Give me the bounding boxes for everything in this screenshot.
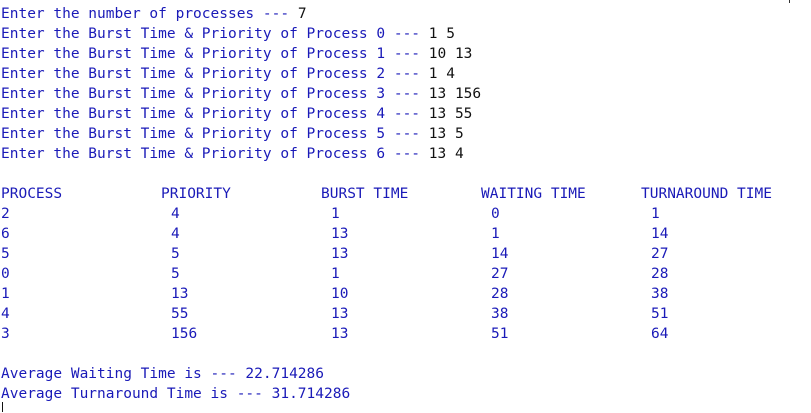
input-line: Enter the Burst Time & Priority of Proce…	[1, 44, 811, 64]
table-cell: 0	[491, 206, 500, 222]
input-line: Enter the Burst Time & Priority of Proce…	[1, 24, 811, 44]
average-waiting-time: Average Waiting Time is --- 22.714286	[1, 366, 325, 382]
table-cell: 4	[171, 226, 180, 242]
table-cell: 1	[491, 226, 500, 242]
input-line: Enter the number of processes --- 7	[1, 4, 811, 24]
table-cell: 51	[651, 306, 669, 322]
table-row: 3 156 13 51 64	[1, 324, 811, 344]
table-row: 5 5 13 14 27	[1, 244, 811, 264]
table-row: 0 5 1 27 28	[1, 264, 811, 284]
table-cell: 55	[171, 306, 189, 322]
column-header: WAITING TIME	[481, 186, 586, 202]
scroll-indicator	[789, 0, 790, 3]
table-cell: 13	[171, 286, 189, 302]
table-cell: 1	[331, 206, 340, 222]
table-cell: 14	[491, 246, 509, 262]
prompt-text: Enter the number of processes ---	[1, 6, 298, 22]
prompt-text: Enter the Burst Time & Priority of Proce…	[1, 146, 429, 162]
table-cell: 13	[331, 246, 349, 262]
prompt-text: Enter the Burst Time & Priority of Proce…	[1, 26, 429, 42]
table-cell: 51	[491, 326, 509, 342]
input-line: Enter the Burst Time & Priority of Proce…	[1, 104, 811, 124]
input-line: Enter the Burst Time & Priority of Proce…	[1, 84, 811, 104]
table-row: 1 13 10 28 38	[1, 284, 811, 304]
table-cell: 5	[171, 266, 180, 282]
table-row: 2 4 1 0 1	[1, 204, 811, 224]
user-input-value: 13 156	[428, 86, 482, 102]
prompt-text: Enter the Burst Time & Priority of Proce…	[1, 106, 429, 122]
column-header: PROCESS	[1, 186, 63, 202]
table-cell: 27	[651, 246, 669, 262]
table-cell: 14	[651, 226, 669, 242]
prompt-text: Enter the Burst Time & Priority of Proce…	[1, 46, 429, 62]
table-cell: 5	[1, 246, 10, 262]
table-cell: 1	[331, 266, 340, 282]
table-cell: 156	[171, 326, 198, 342]
table-cell: 38	[491, 306, 509, 322]
table-cell: 6	[1, 226, 10, 242]
table-cell: 10	[331, 286, 349, 302]
input-line: Enter the Burst Time & Priority of Proce…	[1, 124, 811, 144]
table-header-row: PROCESS PRIORITY BURST TIME WAITING TIME TUR…	[1, 184, 811, 204]
user-input-value: 13 55	[428, 106, 473, 122]
table-cell: 28	[491, 286, 509, 302]
table-cell: 3	[1, 326, 10, 342]
column-header: BURST TIME	[321, 186, 409, 202]
average-turnaround-time: Average Turnaround Time is --- 31.714286	[1, 386, 351, 402]
table-cell: 28	[651, 266, 669, 282]
table-cell: 13	[331, 226, 349, 242]
user-input-value: 13 5	[428, 126, 464, 142]
table-cell: 4	[1, 306, 10, 322]
table-cell: 0	[1, 266, 10, 282]
table-cell: 1	[651, 206, 660, 222]
table-cell: 4	[171, 206, 180, 222]
table-cell: 1	[1, 286, 10, 302]
table-cell: 27	[491, 266, 509, 282]
table-cell: 38	[651, 286, 669, 302]
table-row: 6 4 13 1 14	[1, 224, 811, 244]
text-cursor	[2, 402, 3, 412]
input-line: Enter the Burst Time & Priority of Proce…	[1, 64, 811, 84]
user-input-value: 7	[297, 6, 307, 22]
table-cell: 2	[1, 206, 10, 222]
table-row: 4 55 13 38 51	[1, 304, 811, 324]
user-input-value: 13 4	[428, 146, 464, 162]
prompt-text: Enter the Burst Time & Priority of Proce…	[1, 126, 429, 142]
user-input-value: 10 13	[428, 46, 473, 62]
prompt-text: Enter the Burst Time & Priority of Proce…	[1, 86, 429, 102]
table-cell: 5	[171, 246, 180, 262]
user-input-value: 1 4	[428, 66, 455, 82]
table-cell: 13	[331, 306, 349, 322]
schedule-table: PROCESS PRIORITY BURST TIME WAITING TIME TUR…	[1, 184, 811, 344]
column-header: TURNAROUND TIME	[641, 186, 772, 202]
column-header: PRIORITY	[161, 186, 231, 202]
user-input-value: 1 5	[428, 26, 455, 42]
table-cell: 64	[651, 326, 669, 342]
input-prompts: Enter the number of processes --- 7 Enter…	[1, 4, 811, 164]
console-output: Enter the number of processes --- 7 Enter…	[0, 0, 811, 413]
table-cell: 13	[331, 326, 349, 342]
prompt-text: Enter the Burst Time & Priority of Proce…	[1, 66, 429, 82]
input-line: Enter the Burst Time & Priority of Proce…	[1, 144, 811, 164]
